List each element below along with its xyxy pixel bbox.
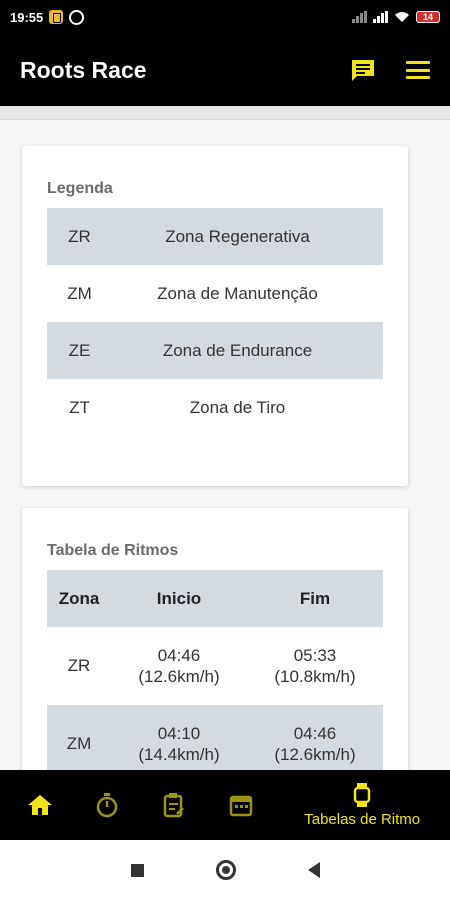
rates-table: Zona Inicio Fim ZR 04:46 (12.6km/h) 05:3… <box>47 570 383 770</box>
header-start: Inicio <box>156 589 202 608</box>
signal-icon-2 <box>373 11 388 23</box>
header-divider <box>0 106 450 120</box>
legend-title: Legenda <box>47 180 113 197</box>
back-icon[interactable] <box>307 862 320 878</box>
rates-header-row: Zona Inicio Fim <box>47 570 383 627</box>
main-content[interactable]: Legenda ZR Zona Regenerativa ZM Zona de … <box>0 120 450 770</box>
header-zone: Zona <box>58 588 100 608</box>
legend-abbr: ZE <box>68 340 91 360</box>
rate-end: 05:33 (10.8km/h) <box>247 645 383 687</box>
start-speed: (14.4km/h) <box>138 745 220 764</box>
end-speed: (10.8km/h) <box>274 667 356 686</box>
rates-row: ZM 04:10 (14.4km/h) 04:46 (12.6km/h) <box>47 705 383 770</box>
system-nav <box>0 840 450 900</box>
signal-icon <box>352 11 367 23</box>
status-time: 19:55 <box>10 9 44 25</box>
bottom-nav: Tabelas de Ritmo <box>0 770 450 840</box>
legend-row: ZM Zona de Manutenção <box>47 265 383 322</box>
rate-zone: ZR <box>67 656 91 675</box>
recents-icon[interactable] <box>130 863 144 877</box>
rates-title: Tabela de Ritmos <box>47 542 179 559</box>
nav-clipboard[interactable] <box>140 770 207 840</box>
rate-start: 04:10 (14.4km/h) <box>111 723 247 765</box>
legend-row: ZT Zona de Tiro <box>47 379 383 436</box>
legend-row: ZR Zona Regenerativa <box>47 208 383 265</box>
menu-icon[interactable] <box>406 61 430 79</box>
start-pace: 04:46 <box>157 646 201 665</box>
end-pace: 05:33 <box>293 646 337 665</box>
legend-name: Zona de Endurance <box>162 340 313 360</box>
notification-app-icon <box>49 10 64 24</box>
legend-abbr: ZT <box>69 397 90 417</box>
nav-label-tabelas: Tabelas de Ritmo <box>304 810 421 828</box>
nav-home[interactable] <box>6 770 73 840</box>
legend-table: ZR Zona Regenerativa ZM Zona de Manutenç… <box>47 208 383 436</box>
legend-name: Zona de Manutenção <box>157 283 318 303</box>
status-right: 14 <box>352 11 440 23</box>
battery-icon: 14 <box>416 11 440 23</box>
legend-row: ZE Zona de Endurance <box>47 322 383 379</box>
status-bar: 19:55 14 <box>0 0 450 34</box>
stopwatch-icon <box>96 793 117 818</box>
home-button-icon[interactable] <box>215 860 236 880</box>
nav-stopwatch[interactable] <box>73 770 140 840</box>
rate-start: 04:46 (12.6km/h) <box>111 645 247 687</box>
watch-icon <box>353 782 371 807</box>
legend-name: Zona Regenerativa <box>165 226 310 246</box>
end-speed: (12.6km/h) <box>274 745 356 764</box>
legend-abbr: ZM <box>67 283 92 303</box>
app-actions <box>350 58 430 82</box>
rate-zone: ZM <box>66 734 92 753</box>
rates-row: ZR 04:46 (12.6km/h) 05:33 (10.8km/h) <box>47 627 383 705</box>
legend-card: Legenda ZR Zona Regenerativa ZM Zona de … <box>22 146 408 486</box>
end-pace: 04:46 <box>293 724 337 743</box>
start-pace: 04:10 <box>157 724 201 743</box>
rates-card: Tabela de Ritmos Zona Inicio Fim ZR 04:4… <box>22 508 408 770</box>
nav-tabelas-de-ritmo[interactable]: Tabelas de Ritmo <box>274 770 450 840</box>
start-speed: (12.6km/h) <box>138 667 220 686</box>
header-end: Fim <box>299 589 331 608</box>
status-left: 19:55 <box>10 9 85 25</box>
wifi-icon <box>395 12 409 22</box>
rate-end: 04:46 (12.6km/h) <box>247 723 383 765</box>
home-icon <box>27 795 52 815</box>
calendar-icon <box>229 795 253 817</box>
legend-abbr: ZR <box>68 226 91 246</box>
nav-calendar[interactable] <box>207 770 274 840</box>
legend-name: Zona de Tiro <box>189 397 286 417</box>
whatsapp-icon <box>69 9 85 25</box>
app-title: Roots Race <box>20 56 147 83</box>
clipboard-icon <box>163 793 184 818</box>
chat-icon[interactable] <box>350 58 376 82</box>
app-bar: Roots Race <box>0 34 450 106</box>
